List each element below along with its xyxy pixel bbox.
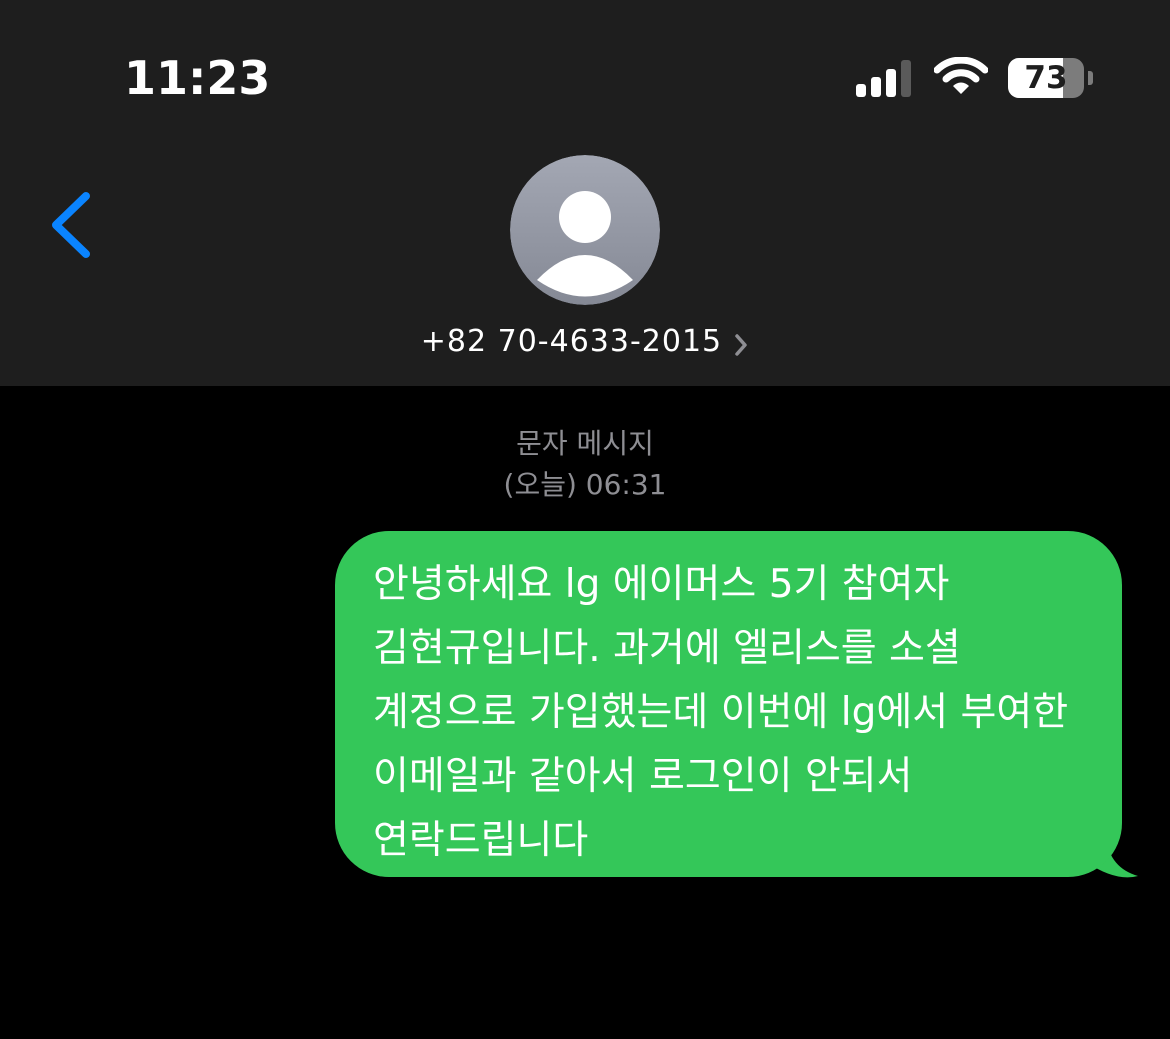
contact-info-button[interactable]: +82 70-4633-2015 (380, 318, 790, 366)
message-type-label: 문자 메시지 (516, 427, 654, 460)
wifi-icon (934, 57, 988, 94)
contact-avatar[interactable] (510, 155, 660, 305)
chevron-left-icon (52, 192, 90, 258)
contact-number: +82 70-4633-2015 (420, 324, 723, 359)
back-button[interactable] (40, 180, 104, 270)
battery-level: 73 (1024, 60, 1068, 96)
status-time: 11:23 (124, 51, 271, 105)
message-text: 안녕하세요 lg 에이머스 5기 참여자 김현규입니다. 과거에 엘리스를 소셜… (373, 562, 1069, 863)
person-avatar-icon (510, 155, 660, 305)
conversation-header: 11:23 73 +82 70-4633-2015 (0, 0, 1170, 386)
chevron-right-icon (735, 333, 747, 356)
signal-icon (856, 60, 911, 97)
message-timestamp: (오늘) 06:31 (503, 468, 667, 501)
battery-cap (1088, 71, 1093, 85)
battery-icon: 73 (1008, 58, 1094, 98)
outgoing-message-bubble[interactable]: 안녕하세요 lg 에이머스 5기 참여자 김현규입니다. 과거에 엘리스를 소셜… (335, 531, 1122, 877)
messages-screen: 11:23 73 +82 70-4633-2015 문자 메시지 (오늘) 06… (0, 0, 1170, 1039)
battery-body: 73 (1008, 58, 1084, 98)
